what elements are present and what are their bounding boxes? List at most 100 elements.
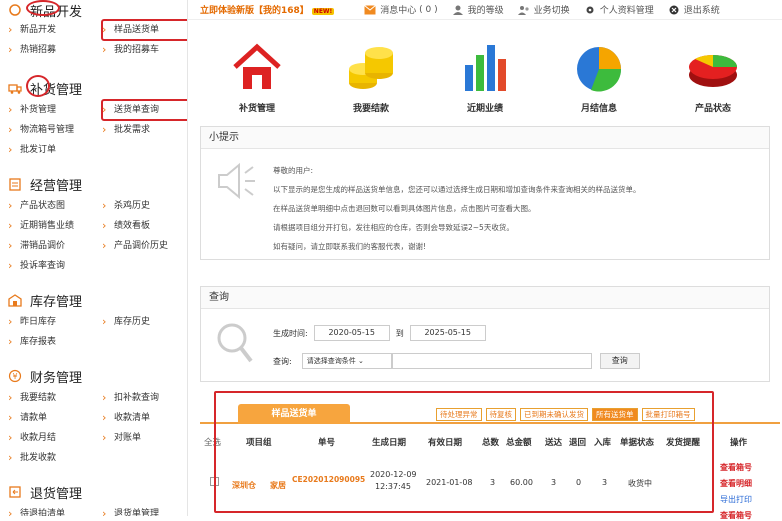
logout[interactable]: 退出系统 xyxy=(668,3,720,16)
sidebar-item-kpi-board[interactable]: 绩效看板 xyxy=(102,216,187,236)
sidebar-item-payment-request[interactable]: 请款单 xyxy=(8,408,102,428)
export-print-link[interactable]: 导出打印 xyxy=(720,494,752,505)
close-icon xyxy=(668,5,680,15)
col-header: 入库 xyxy=(594,438,612,448)
sidebar-item-complaint-query[interactable]: 投诉率查询 xyxy=(8,256,102,276)
sidebar-item-stock-report[interactable]: 库存报表 xyxy=(8,332,102,352)
section-title-returns[interactable]: 退货管理 xyxy=(8,480,187,504)
home-icon xyxy=(233,43,281,89)
condition-select[interactable]: 请选择查询条件 ⌄ xyxy=(301,353,392,369)
sidebar-item-return-manage[interactable]: 退货单管理 xyxy=(102,504,187,516)
sidebar-item-receipt-list[interactable]: 收款清单 xyxy=(102,408,187,428)
sidebar-item-monthly-receipt[interactable]: 收款月结 xyxy=(8,428,102,448)
promo-link[interactable]: 立即体验新版【我的168】 NEW! xyxy=(200,3,335,16)
sidebar-item-deduction-query[interactable]: 扣补款查询 xyxy=(102,388,187,408)
sidebar: 新品开发 新品开发 样品送货单 热销招募 我的招募车 补货管理 补货管理 送货单… xyxy=(0,0,188,516)
row-stocked: 3 xyxy=(602,478,608,487)
section-title-inventory[interactable]: 库存管理 xyxy=(8,288,187,312)
query-button[interactable]: 查询 xyxy=(599,353,640,369)
svg-text:¥: ¥ xyxy=(12,372,17,381)
users-switch-icon xyxy=(517,5,530,15)
col-header: 总数 xyxy=(482,438,500,448)
row-returned[interactable]: 0 xyxy=(576,478,581,487)
clipboard-icon xyxy=(8,177,22,191)
tip-line: 尊敬的用户: xyxy=(273,166,314,175)
sidebar-item-delivery-query[interactable]: 送货单查询 xyxy=(101,99,187,121)
highlight-oval xyxy=(26,75,50,97)
filter-all-delivery[interactable]: 所有送货单 xyxy=(592,408,638,421)
row-status: 收货中 xyxy=(628,479,652,488)
row-order-no[interactable]: CE202012090095 xyxy=(292,475,365,484)
sidebar-item-wholesale-demand[interactable]: 批发需求 xyxy=(102,120,187,140)
gen-time-label: 生成时间: xyxy=(273,328,308,338)
row-group2: 家居 xyxy=(270,481,286,490)
pie-chart-icon xyxy=(577,47,622,92)
filter-pending-exception[interactable]: 待处理异常 xyxy=(436,408,482,421)
sidebar-item-history[interactable]: 杀鸡历史 xyxy=(102,196,187,216)
select-all[interactable]: 全选 xyxy=(204,436,221,448)
sidebar-item-hot-recruit[interactable]: 热销招募 xyxy=(8,40,102,60)
top-bar: 立即体验新版【我的168】 NEW! 消息中心 ( 0 ) 我的等级 业务切换 个… xyxy=(188,0,782,20)
sidebar-item-status-chart[interactable]: 产品状态图 xyxy=(8,196,102,216)
col-header: 操作 xyxy=(730,438,748,448)
message-center[interactable]: 消息中心 ( 0 ) xyxy=(364,3,438,16)
sidebar-item-yesterday-stock[interactable]: 昨日库存 xyxy=(8,312,102,332)
tab-sample-delivery[interactable]: 样品送货单 xyxy=(238,404,350,424)
col-header: 送达 xyxy=(545,438,563,448)
section-title-finance[interactable]: ¥ 财务管理 xyxy=(8,364,187,388)
sidebar-item-replenish[interactable]: 补货管理 xyxy=(8,100,102,120)
sidebar-item-box-manage[interactable]: 物流箱号管理 xyxy=(8,120,102,140)
row-total: 3 xyxy=(490,478,496,487)
col-header: 单据状态 xyxy=(620,438,655,448)
query-input[interactable] xyxy=(391,353,592,369)
shortcut-settle[interactable]: 我要结款 xyxy=(321,39,421,114)
profile-manage[interactable]: 个人资料管理 xyxy=(584,3,654,16)
shortcut-bar: 补货管理 我要结款 近期业绩 月结信息 产品状态 xyxy=(200,28,770,114)
batch-print-box-button[interactable]: 批量打印箱号 xyxy=(641,408,695,421)
col-header: 总金额 xyxy=(506,438,532,448)
col-header: 项目组 xyxy=(246,438,272,448)
view-box-link[interactable]: 查看箱号 xyxy=(720,462,752,473)
section-title-business[interactable]: 经营管理 xyxy=(8,172,187,196)
row-checkbox[interactable] xyxy=(210,477,219,486)
col-header: 发货提醒 xyxy=(666,438,701,448)
sidebar-item-wholesale-order[interactable]: 批发订单 xyxy=(8,140,102,160)
shortcut-recent-performance[interactable]: 近期业绩 xyxy=(435,39,535,114)
col-header: 单号 xyxy=(318,438,336,448)
col-header: 有效日期 xyxy=(428,438,463,448)
sidebar-item-wholesale-receipt[interactable]: 批发收款 xyxy=(8,448,102,468)
my-level[interactable]: 我的等级 xyxy=(452,3,504,16)
tip-line: 如有疑问，请立即联系我们的客服代表，谢谢! xyxy=(273,242,427,251)
new-product-icon xyxy=(8,3,22,17)
query-title: 查询 xyxy=(201,287,769,309)
shortcut-replenish[interactable]: 补货管理 xyxy=(207,39,307,114)
sidebar-item-sample-delivery[interactable]: 样品送货单 xyxy=(101,19,187,41)
sidebar-item-stock-history[interactable]: 库存历史 xyxy=(102,312,187,332)
sidebar-item-slow-price[interactable]: 滞销品调价 xyxy=(8,236,102,256)
sidebar-item-statement[interactable]: 对账单 xyxy=(102,428,187,448)
magnifier-icon xyxy=(215,321,255,368)
shortcut-product-status[interactable]: 产品状态 xyxy=(663,39,763,114)
shortcut-monthly-info[interactable]: 月结信息 xyxy=(549,39,649,114)
row-amount: 60.00 xyxy=(510,478,533,487)
delivery-table-panel: 样品送货单 待处理异常 待复核 已到期未确认发货 所有送货单 批量打印箱号 全选… xyxy=(200,392,780,520)
sidebar-item-pending-return[interactable]: 待退拍清单 xyxy=(8,504,102,516)
sidebar-item-recent-sales[interactable]: 近期销售业绩 xyxy=(8,216,102,236)
to-label: 到 xyxy=(395,328,404,338)
col-header: 退回 xyxy=(569,438,587,448)
sidebar-item-new-product[interactable]: 新品开发 xyxy=(8,20,102,40)
highlight-oval xyxy=(26,0,60,16)
filter-pending-review[interactable]: 待复核 xyxy=(485,408,516,421)
gear-icon xyxy=(584,5,596,15)
mail-icon xyxy=(364,4,377,15)
sidebar-item-my-recruit-cart[interactable]: 我的招募车 xyxy=(102,40,187,60)
sidebar-item-price-history[interactable]: 产品调价历史 xyxy=(102,236,187,256)
view-detail-link[interactable]: 查看明细 xyxy=(720,478,752,489)
date-to-input[interactable]: 2025-05-15 xyxy=(409,325,486,341)
date-from-input[interactable]: 2020-05-15 xyxy=(313,325,390,341)
switch-business[interactable]: 业务切换 xyxy=(517,3,570,16)
pie-3d-icon xyxy=(689,54,737,87)
filter-expired-unconfirmed[interactable]: 已到期未确认发货 xyxy=(520,408,588,421)
sidebar-item-settle[interactable]: 我要结款 xyxy=(8,388,102,408)
search-label: 查询: xyxy=(273,356,292,366)
